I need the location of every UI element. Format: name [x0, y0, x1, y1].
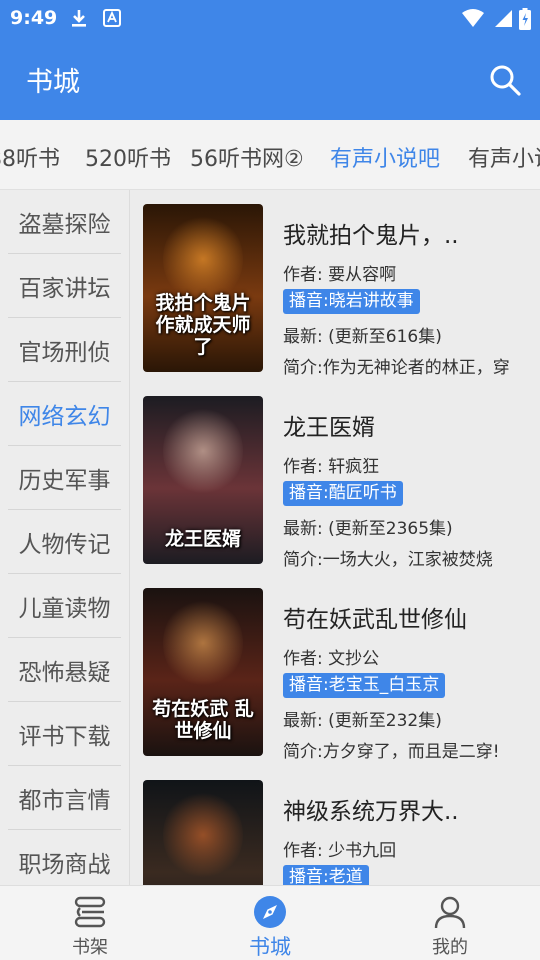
- book-author: 作者: 文抄公: [283, 649, 380, 669]
- download-icon: [72, 10, 86, 27]
- book-latest: 最新: (更新至232集): [283, 711, 442, 731]
- compass-icon: [254, 896, 286, 928]
- book-narrator-badge: 播音:酷匠听书: [283, 481, 403, 506]
- source-tab-88[interactable]: 88听书: [0, 141, 60, 173]
- nav-profile[interactable]: 我的: [360, 886, 540, 960]
- book-author: 作者: 少书九回: [283, 841, 397, 861]
- category-item[interactable]: 恐怖悬疑: [8, 638, 121, 702]
- nav-bookstore-label: 书城: [249, 935, 291, 959]
- signal-icon: [495, 10, 512, 27]
- category-sidebar: 盗墓探险 百家讲坛 官场刑侦 网络玄幻 历史军事 人物传记 儿童读物 恐怖悬疑 …: [0, 190, 130, 885]
- source-tab-56[interactable]: 56听书网②: [190, 141, 304, 173]
- category-item[interactable]: 职场商战: [8, 830, 121, 885]
- book-cover: 龙王医婿: [143, 396, 263, 564]
- category-item[interactable]: 儿童读物: [8, 574, 121, 638]
- search-icon[interactable]: [488, 63, 522, 97]
- cover-art: [163, 790, 243, 880]
- book-title: 我就拍个鬼片，..: [283, 223, 459, 249]
- source-tab-bar[interactable]: 88听书 520听书 56听书网② 有声小说吧 有声小说: [0, 120, 540, 190]
- cover-title-art: 龙王医婿: [164, 528, 241, 550]
- category-item-active[interactable]: 网络玄幻: [8, 382, 121, 446]
- category-item[interactable]: 评书下载: [8, 702, 121, 766]
- book-title: 苟在妖武乱世修仙: [283, 607, 467, 633]
- cover-art: [163, 214, 243, 304]
- book-cover: 苟在妖武 乱世修仙: [143, 588, 263, 756]
- bottom-nav: 书架 书城 我的: [0, 885, 540, 960]
- battery-icon: [519, 8, 531, 30]
- category-item[interactable]: 都市言情: [8, 766, 121, 830]
- book-cover: 我拍个鬼片 作就成天师了: [143, 204, 263, 372]
- book-list-item[interactable]: 龙王医婿 龙王医婿 作者: 轩疯狂 播音:酷匠听书 最新: (更新至2365集)…: [131, 382, 540, 574]
- book-narrator-badge: 播音:晓岩讲故事: [283, 289, 420, 314]
- category-item[interactable]: 人物传记: [8, 510, 121, 574]
- app-notification-icon: [103, 9, 121, 27]
- category-item[interactable]: 官场刑侦: [8, 318, 121, 382]
- app-bar: 9:49 书城: [0, 0, 540, 120]
- status-time: 9:49: [10, 7, 58, 29]
- nav-bookshelf[interactable]: 书架: [0, 886, 180, 960]
- book-cover: 神级系统: [143, 780, 263, 885]
- book-latest: 最新: (更新至616集): [283, 327, 442, 347]
- bookshelf-icon: [74, 896, 106, 928]
- book-narrator-badge: 播音:老宝玉_白玉京: [283, 673, 446, 698]
- book-title: 龙王医婿: [283, 415, 375, 441]
- wifi-icon: [462, 9, 484, 27]
- cover-title-art: 苟在妖武 乱世修仙: [152, 698, 254, 742]
- page-title: 书城: [26, 67, 80, 98]
- nav-bookstore[interactable]: 书城: [180, 886, 360, 960]
- book-narrator-badge: 播音:老道: [283, 865, 369, 885]
- category-item[interactable]: 历史军事: [8, 446, 121, 510]
- nav-profile-label: 我的: [432, 937, 468, 958]
- book-list-item[interactable]: 苟在妖武 乱世修仙 苟在妖武乱世修仙 作者: 文抄公 播音:老宝玉_白玉京 最新…: [131, 574, 540, 766]
- book-author: 作者: 轩疯狂: [283, 457, 380, 477]
- category-item[interactable]: 百家讲坛: [8, 254, 121, 318]
- person-icon: [434, 896, 466, 929]
- cover-title-art: 我拍个鬼片 作就成天师了: [155, 292, 251, 358]
- source-tab-youshengxiaoshuo[interactable]: 有声小说: [468, 141, 540, 173]
- book-latest: 最新: (更新至2365集): [283, 519, 453, 539]
- book-intro: 简介:方夕穿了，而且是二穿!: [283, 742, 500, 762]
- book-list-item[interactable]: 神级系统 神级系统万界大.. 作者: 少书九回 播音:老道: [131, 766, 540, 885]
- status-bar: 9:49: [0, 0, 540, 36]
- book-intro: 简介:作为无神论者的林正，穿: [283, 358, 510, 378]
- cover-art: [163, 598, 243, 688]
- source-tab-youshengxiaoshuoba[interactable]: 有声小说吧: [330, 141, 440, 173]
- category-item[interactable]: 盗墓探险: [8, 190, 121, 254]
- nav-bookshelf-label: 书架: [72, 937, 108, 958]
- source-tab-520[interactable]: 520听书: [85, 141, 171, 173]
- book-title: 神级系统万界大..: [283, 799, 459, 825]
- book-intro: 简介:一场大火，江家被焚烧: [283, 550, 493, 570]
- cover-art: [163, 406, 243, 496]
- book-author: 作者: 要从容啊: [283, 265, 397, 285]
- book-list-item[interactable]: 我拍个鬼片 作就成天师了 我就拍个鬼片，.. 作者: 要从容啊 播音:晓岩讲故事…: [131, 190, 540, 382]
- book-list[interactable]: 我拍个鬼片 作就成天师了 我就拍个鬼片，.. 作者: 要从容啊 播音:晓岩讲故事…: [131, 190, 540, 885]
